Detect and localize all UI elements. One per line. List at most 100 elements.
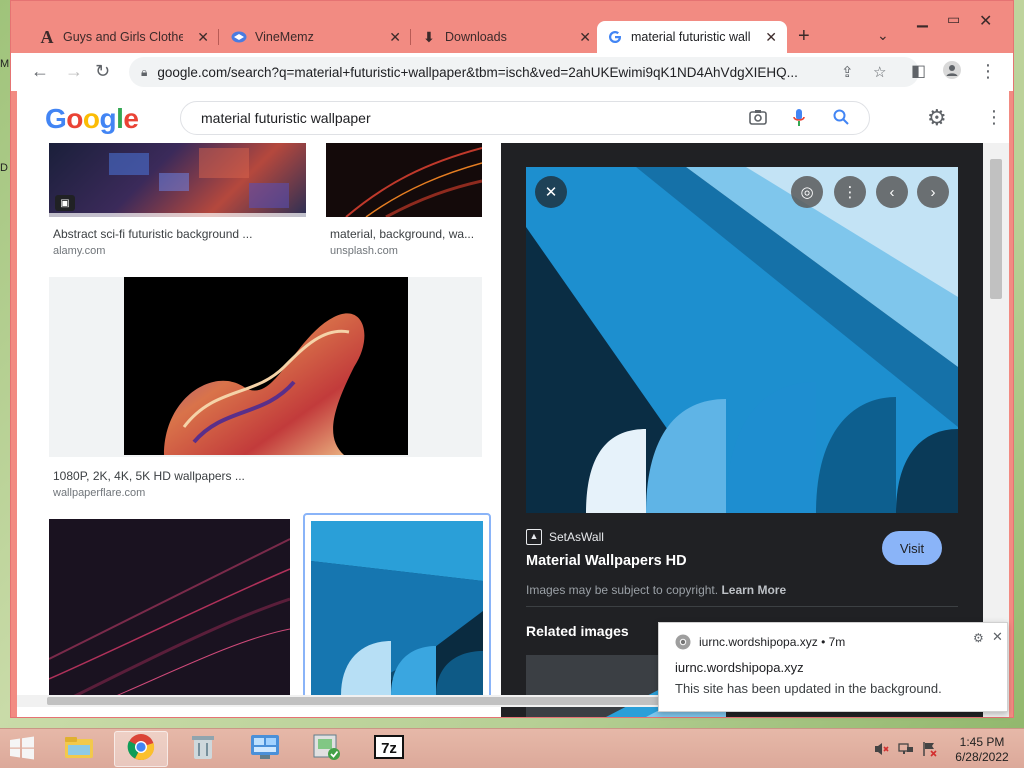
desktop-icon-stub: M bbox=[0, 58, 10, 70]
search-box[interactable]: material futuristic wallpaper bbox=[180, 101, 870, 135]
svg-text:7z: 7z bbox=[381, 740, 397, 757]
close-preview-icon[interactable]: ✕ bbox=[535, 176, 567, 208]
result-image-material-selected[interactable] bbox=[303, 513, 491, 699]
file-explorer-icon bbox=[64, 735, 94, 764]
result-image-unsplash[interactable] bbox=[326, 143, 482, 217]
chrome-menu-icon[interactable]: ⋮ bbox=[979, 61, 997, 82]
notification-message: This site has been updated in the backgr… bbox=[675, 681, 942, 696]
browser-toolbar: ← → ↻ 🔒︎ google.com/search?q=material+fu… bbox=[11, 53, 1013, 91]
close-tab-icon[interactable]: ✕ bbox=[765, 29, 777, 46]
tab-strip: A Guys and Girls Clothes ✕ VineMemz ✕ ⬇ … bbox=[11, 1, 1013, 53]
back-icon[interactable]: ← bbox=[31, 61, 49, 82]
site-favicon-icon: ▲ bbox=[526, 529, 542, 545]
image-results: ▣ Abstract sci-fi futuristic background … bbox=[17, 143, 501, 717]
preview-title[interactable]: Material Wallpapers HD bbox=[526, 553, 687, 569]
learn-more-link[interactable]: Learn More bbox=[721, 583, 786, 597]
windows-taskbar: 7z 1:45 PM 6/28/2022 bbox=[0, 728, 1024, 768]
close-tab-icon[interactable]: ✕ bbox=[197, 29, 209, 46]
microphone-icon[interactable] bbox=[793, 109, 805, 132]
previous-image-icon[interactable]: ‹ bbox=[876, 176, 908, 208]
chrome-icon bbox=[675, 634, 691, 655]
tab-title: material futuristic wallp bbox=[631, 30, 751, 44]
tab-title: Guys and Girls Clothes bbox=[63, 30, 183, 44]
preview-site[interactable]: ▲ SetAsWall bbox=[526, 529, 604, 545]
forward-icon[interactable]: → bbox=[65, 61, 83, 82]
minimize-icon[interactable]: ▁ bbox=[917, 11, 928, 28]
new-tab-icon[interactable]: + bbox=[798, 25, 810, 48]
settings-gear-icon[interactable]: ⚙ bbox=[927, 105, 947, 131]
notification-age: 7m bbox=[828, 635, 846, 649]
taskbar-app-3[interactable] bbox=[176, 731, 230, 767]
tab-google-images[interactable]: material futuristic wallp ✕ bbox=[597, 21, 787, 53]
system-clock[interactable]: 1:45 PM 6/28/2022 bbox=[950, 735, 1014, 765]
close-window-icon[interactable]: ✕ bbox=[979, 11, 992, 31]
tab-downloads[interactable]: ⬇ Downloads ✕ bbox=[411, 21, 601, 53]
related-images-heading: Related images bbox=[526, 623, 629, 639]
divider bbox=[526, 606, 958, 607]
preview-image[interactable]: ✕ ◎ ⋮ ‹ › bbox=[526, 167, 958, 513]
notification-settings-icon[interactable]: ⚙ bbox=[973, 631, 984, 645]
result-caption[interactable]: material, background, wa... bbox=[330, 227, 474, 241]
control-panel-icon bbox=[250, 734, 280, 765]
close-tab-icon[interactable]: ✕ bbox=[389, 29, 401, 46]
google-header: Google material futuristic wallpaper ⚙ ⋮… bbox=[17, 91, 1009, 143]
preview-site-name[interactable]: SetAsWall bbox=[549, 530, 604, 544]
taskbar-file-explorer[interactable] bbox=[52, 731, 106, 767]
close-tab-icon[interactable]: ✕ bbox=[579, 29, 591, 46]
clock-time: 1:45 PM bbox=[959, 735, 1005, 749]
result-caption[interactable]: 1080P, 2K, 4K, 5K HD wallpapers ... bbox=[53, 469, 245, 483]
clock-date: 6/28/2022 bbox=[955, 750, 1009, 764]
volume-muted-icon[interactable] bbox=[874, 741, 890, 760]
result-image-alamy[interactable]: ▣ bbox=[49, 143, 306, 217]
google-logo[interactable]: Google bbox=[45, 103, 139, 135]
notification-host: iurnc.wordshipopa.xyz bbox=[699, 635, 818, 649]
result-image-dark-streaks[interactable] bbox=[49, 519, 290, 699]
result-source[interactable]: unsplash.com bbox=[330, 245, 398, 257]
action-center-flag-icon[interactable] bbox=[922, 741, 938, 760]
more-options-icon[interactable]: ⋮ bbox=[834, 176, 866, 208]
apps-grid-icon[interactable]: ⋮⋮ bbox=[985, 107, 1009, 128]
search-icon[interactable] bbox=[833, 109, 849, 130]
side-panel-icon[interactable]: ◧ bbox=[911, 61, 926, 81]
camera-search-icon[interactable] bbox=[749, 109, 767, 130]
result-caption[interactable]: Abstract sci-fi futuristic background ..… bbox=[53, 227, 252, 241]
scrollbar-thumb[interactable] bbox=[47, 697, 667, 705]
search-input[interactable]: material futuristic wallpaper bbox=[201, 110, 371, 126]
bullet-separator: • bbox=[821, 635, 829, 649]
desktop-icon-stub: D bbox=[0, 162, 8, 174]
next-image-icon[interactable]: › bbox=[917, 176, 949, 208]
taskbar-chrome[interactable] bbox=[114, 731, 168, 767]
chrome-icon bbox=[127, 733, 155, 766]
visit-button[interactable]: Visit bbox=[882, 531, 942, 565]
maximize-icon[interactable]: ▭ bbox=[947, 11, 960, 28]
scrollbar-thumb[interactable] bbox=[990, 159, 1002, 299]
network-icon[interactable] bbox=[898, 741, 914, 760]
taskbar-app-4[interactable] bbox=[238, 731, 292, 767]
tab-search-chevron-icon[interactable]: ⌄ bbox=[877, 27, 889, 44]
result-image-wallpaperflare[interactable] bbox=[49, 277, 482, 457]
tab-guys-and-girls[interactable]: A Guys and Girls Clothes ✕ bbox=[29, 21, 219, 53]
download-icon: ⬇ bbox=[423, 28, 435, 45]
result-source[interactable]: wallpaperflare.com bbox=[53, 487, 145, 499]
lens-search-icon[interactable]: ◎ bbox=[791, 176, 823, 208]
url-text[interactable]: google.com/search?q=material+futuristic+… bbox=[157, 65, 837, 80]
windows-start-icon[interactable] bbox=[8, 736, 38, 762]
taskbar-app-5[interactable] bbox=[300, 731, 354, 767]
notification-title: iurnc.wordshipopa.xyz bbox=[675, 660, 804, 675]
tab-title: VineMemz bbox=[255, 30, 314, 44]
chrome-notification[interactable]: iurnc.wordshipopa.xyz • 7m ⚙ ✕ iurnc.wor… bbox=[658, 622, 1008, 712]
tab-vinememz[interactable]: VineMemz ✕ bbox=[221, 21, 411, 53]
chrome-window: A Guys and Girls Clothes ✕ VineMemz ✕ ⬇ … bbox=[10, 0, 1014, 718]
bookmark-star-icon[interactable]: ☆ bbox=[873, 63, 886, 81]
notification-close-icon[interactable]: ✕ bbox=[992, 629, 1003, 645]
profile-avatar-icon[interactable] bbox=[943, 61, 961, 84]
taskbar-7zip[interactable]: 7z bbox=[362, 731, 416, 767]
share-icon[interactable]: ⇪ bbox=[841, 63, 854, 81]
image-badge-icon: ▣ bbox=[55, 195, 75, 211]
tab-title: Downloads bbox=[445, 30, 507, 44]
result-source[interactable]: alamy.com bbox=[53, 245, 105, 257]
address-bar[interactable]: 🔒︎ google.com/search?q=material+futurist… bbox=[129, 57, 919, 87]
reload-icon[interactable]: ↻ bbox=[95, 61, 110, 82]
7zip-icon: 7z bbox=[374, 734, 404, 764]
vinememz-icon bbox=[231, 29, 247, 45]
